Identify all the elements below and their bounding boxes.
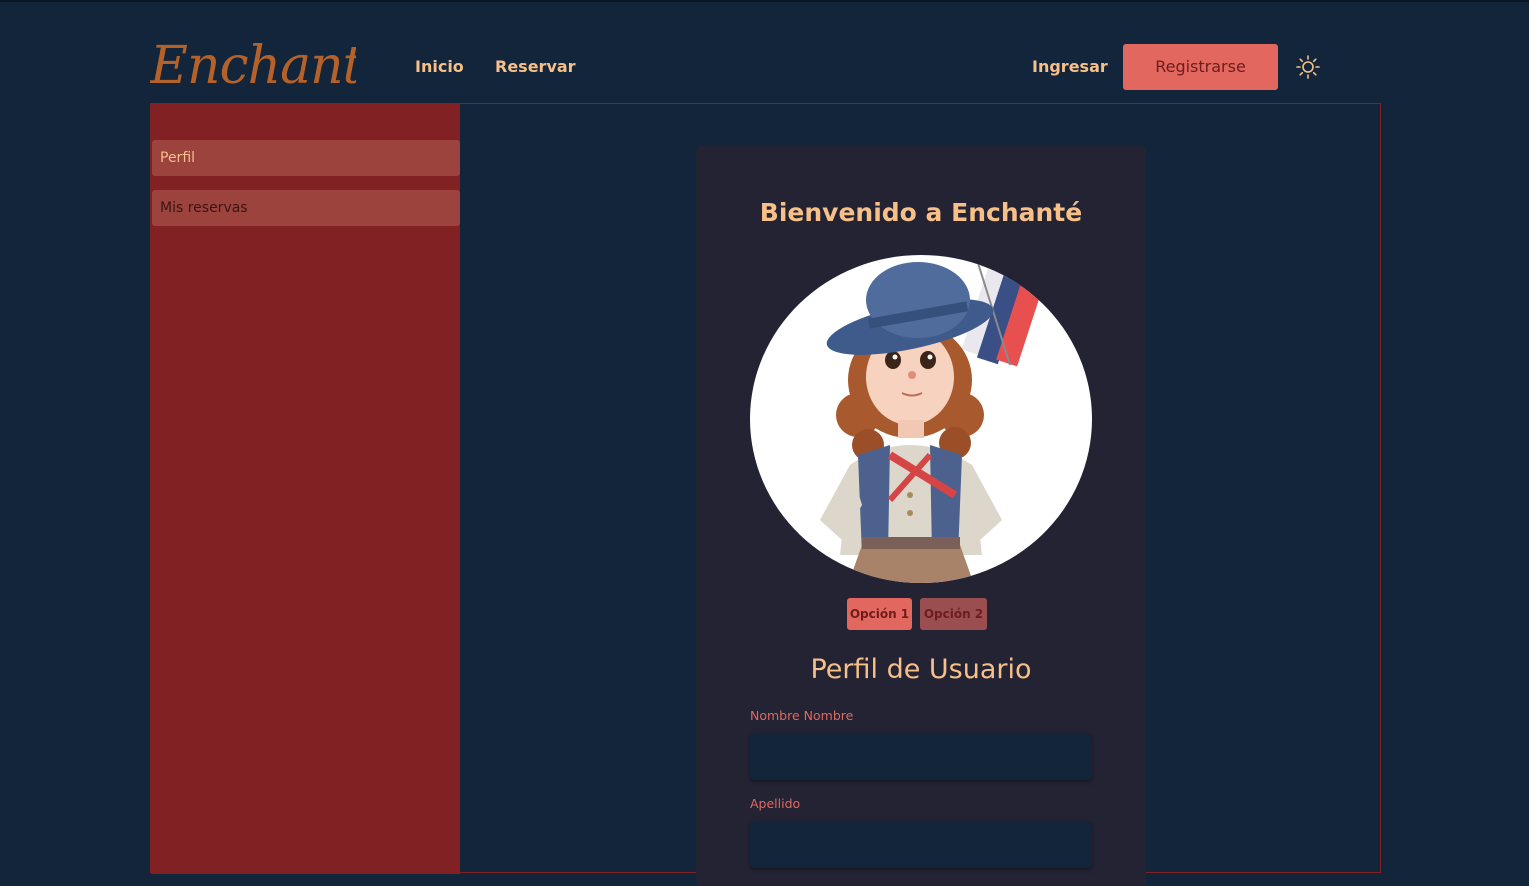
logo[interactable]: Enchanté bbox=[150, 28, 356, 104]
first-name-label: Nombre Nombre bbox=[750, 708, 854, 723]
nav-inicio[interactable]: Inicio bbox=[415, 55, 464, 79]
sidebar-item-mis-reservas[interactable]: Mis reservas bbox=[152, 190, 460, 226]
register-button[interactable]: Registrarse bbox=[1123, 44, 1278, 90]
sidebar-item-perfil[interactable]: Perfil bbox=[152, 140, 460, 176]
profile-title: Perfil de Usuario bbox=[810, 654, 1032, 685]
welcome-title: Bienvenido a Enchanté bbox=[759, 198, 1083, 227]
option-2-button[interactable]: Opción 2 bbox=[920, 598, 987, 630]
last-name-label: Apellido bbox=[750, 796, 801, 811]
sun-icon[interactable] bbox=[1295, 54, 1321, 80]
login-link[interactable]: Ingresar bbox=[1032, 55, 1108, 79]
avatar bbox=[750, 255, 1092, 583]
top-border bbox=[0, 0, 1529, 2]
option-1-button[interactable]: Opción 1 bbox=[847, 598, 912, 630]
last-name-field[interactable] bbox=[750, 822, 1092, 868]
first-name-field[interactable] bbox=[750, 734, 1092, 780]
nav-reservar[interactable]: Reservar bbox=[495, 55, 576, 79]
